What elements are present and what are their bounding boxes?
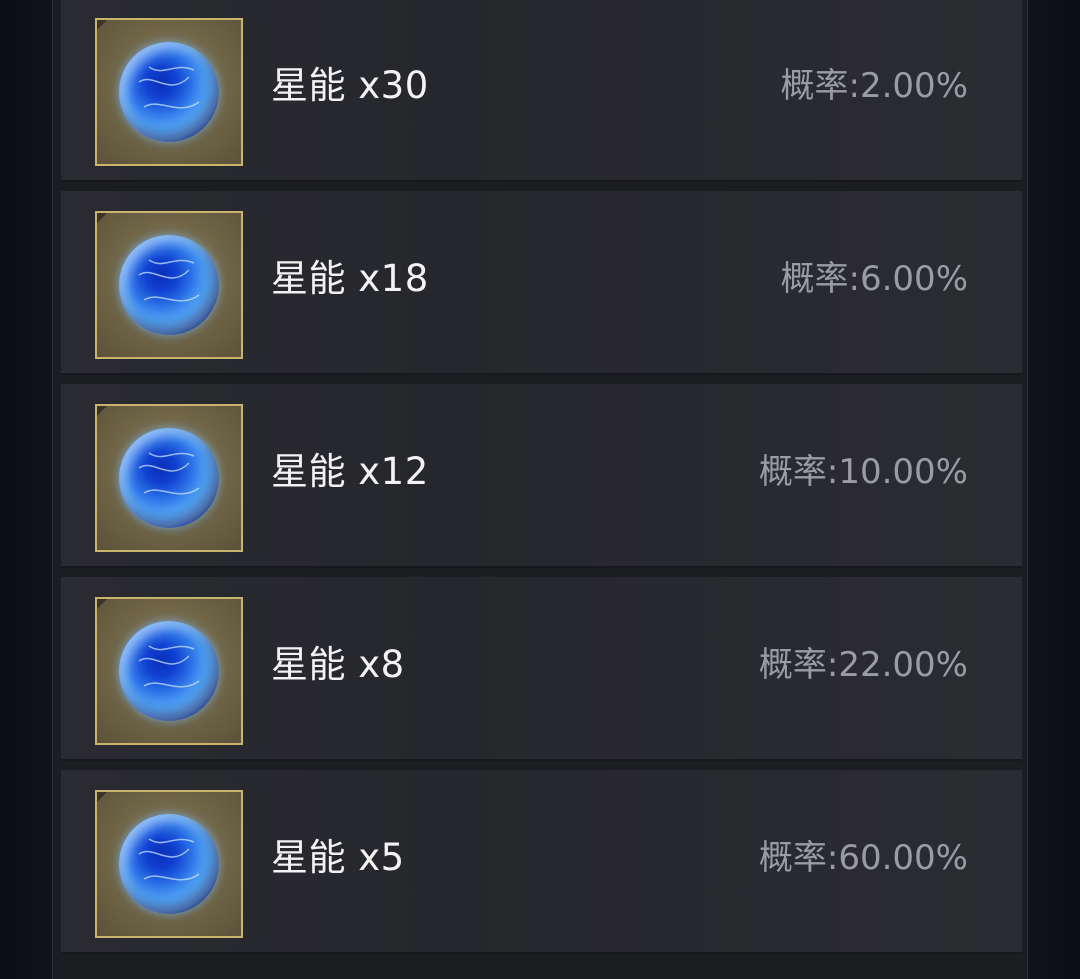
star-energy-orb-icon <box>119 428 219 528</box>
item-icon-frame <box>95 597 243 745</box>
item-icon-frame <box>95 18 243 166</box>
item-icon-frame <box>95 404 243 552</box>
reward-row: 星能 x8 概率:22.00% <box>61 577 1022 761</box>
star-energy-orb-icon <box>119 235 219 335</box>
star-energy-orb-icon <box>119 814 219 914</box>
reward-row: 星能 x30 概率:2.00% <box>61 0 1022 182</box>
item-icon-frame <box>95 211 243 359</box>
item-name: 星能 x12 <box>271 450 429 493</box>
item-probability: 概率:22.00% <box>758 645 968 685</box>
star-energy-orb-icon <box>119 42 219 142</box>
item-name: 星能 x5 <box>271 836 405 879</box>
star-energy-orb-icon <box>119 621 219 721</box>
reward-row: 星能 x12 概率:10.00% <box>61 384 1022 568</box>
item-name: 星能 x8 <box>271 643 405 686</box>
item-name: 星能 x18 <box>271 257 429 300</box>
item-icon-frame <box>95 790 243 938</box>
reward-row: 星能 x18 概率:6.00% <box>61 191 1022 375</box>
item-name: 星能 x30 <box>271 64 429 107</box>
item-probability: 概率:2.00% <box>780 66 968 106</box>
item-probability: 概率:60.00% <box>758 838 968 878</box>
item-probability: 概率:10.00% <box>758 452 968 492</box>
reward-row: 星能 x5 概率:60.00% <box>61 770 1022 954</box>
reward-list-panel: 星能 x30 概率:2.00% 星能 x18 概率:6.00% 星能 x12 概… <box>52 0 1028 979</box>
item-probability: 概率:6.00% <box>780 259 968 299</box>
